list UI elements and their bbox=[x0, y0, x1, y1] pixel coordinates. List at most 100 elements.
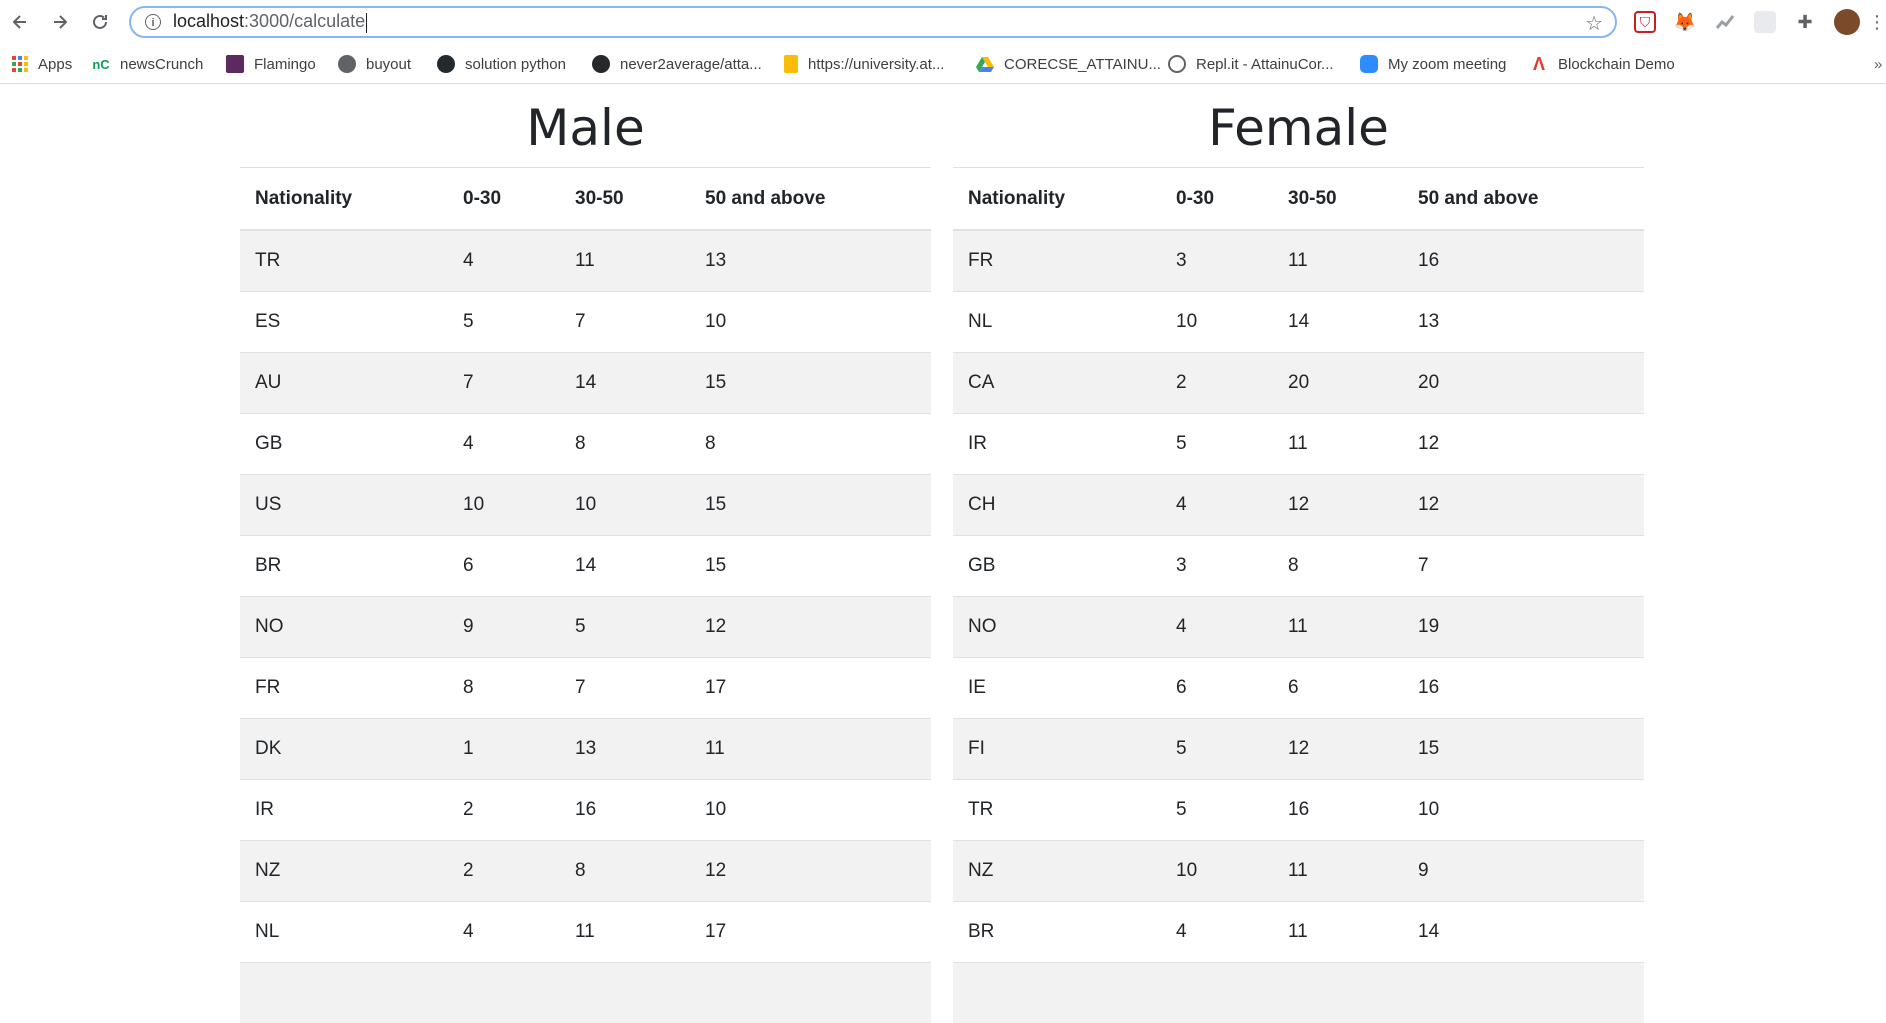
bookmark-flamingo[interactable]: Flamingo bbox=[226, 50, 316, 78]
table-row: CH41212 bbox=[953, 475, 1644, 536]
profile-avatar[interactable] bbox=[1834, 9, 1860, 35]
bookmarks-overflow-icon[interactable]: » bbox=[1874, 50, 1882, 78]
table-row: CA22020 bbox=[953, 353, 1644, 414]
bookmark-blockchain[interactable]: Λ Blockchain Demo bbox=[1530, 50, 1675, 78]
table-cell: 7 bbox=[560, 658, 690, 719]
bookmark-replit[interactable]: Repl.it - AttainuCor... bbox=[1168, 50, 1334, 78]
url-text[interactable]: localhost:3000/calculate bbox=[173, 11, 367, 32]
table-row: NZ10119 bbox=[953, 841, 1644, 902]
table-cell: 9 bbox=[448, 597, 560, 658]
bookmark-buyout[interactable]: buyout bbox=[338, 50, 411, 78]
bookmark-university[interactable]: https://university.at... bbox=[784, 50, 944, 78]
table-cell: 13 bbox=[560, 719, 690, 780]
table-cell: 5 bbox=[448, 292, 560, 353]
bookmark-label: Flamingo bbox=[254, 56, 316, 73]
table-cell: 7 bbox=[1403, 536, 1644, 597]
bookmark-label: My zoom meeting bbox=[1388, 56, 1506, 73]
puzzle-extensions-icon[interactable]: ✚ bbox=[1794, 11, 1816, 33]
menu-dots-icon[interactable]: ⋮ bbox=[1872, 11, 1882, 33]
table-cell: IR bbox=[953, 414, 1161, 475]
blockchain-icon: Λ bbox=[1530, 55, 1548, 73]
table-cell: NL bbox=[240, 902, 448, 963]
table-cell: TR bbox=[240, 230, 448, 292]
table-cell: FI bbox=[953, 719, 1161, 780]
table-cell: 5 bbox=[1161, 780, 1273, 841]
table-row: NZ2812 bbox=[240, 841, 931, 902]
table-cell: 17 bbox=[690, 902, 931, 963]
table-cell: BR bbox=[240, 536, 448, 597]
column-header: 0-30 bbox=[448, 168, 560, 231]
table-cell: 17 bbox=[690, 658, 931, 719]
bookmark-corecse[interactable]: CORECSE_ATTAINU... bbox=[976, 50, 1161, 78]
table-cell: GB bbox=[953, 536, 1161, 597]
male-section: Male Nationality 0-30 30-50 50 and above… bbox=[240, 90, 931, 1023]
forward-arrow-icon[interactable] bbox=[46, 8, 74, 36]
table-cell: 6 bbox=[1161, 658, 1273, 719]
table-row: FR8717 bbox=[240, 658, 931, 719]
table-cell: 11 bbox=[560, 230, 690, 292]
url-path: :3000/calculate bbox=[244, 11, 365, 31]
bookmark-apps[interactable]: Apps bbox=[12, 50, 72, 78]
zoom-icon bbox=[1360, 55, 1378, 73]
table-cell: IR bbox=[240, 780, 448, 841]
table-cell: 12 bbox=[690, 841, 931, 902]
table-cell: 15 bbox=[1403, 719, 1644, 780]
table-row bbox=[953, 963, 1644, 1023]
table-row: GB387 bbox=[953, 536, 1644, 597]
table-cell bbox=[690, 963, 931, 1023]
table-cell: 4 bbox=[448, 230, 560, 292]
table-cell: ES bbox=[240, 292, 448, 353]
globe-icon bbox=[338, 55, 356, 73]
table-cell: 4 bbox=[448, 414, 560, 475]
table-row: GB488 bbox=[240, 414, 931, 475]
table-cell: 5 bbox=[560, 597, 690, 658]
drive-icon bbox=[976, 55, 994, 73]
url-host: localhost bbox=[173, 11, 244, 31]
back-arrow-icon[interactable] bbox=[6, 8, 34, 36]
bookmark-newscrunch[interactable]: nC newsCrunch bbox=[92, 50, 203, 78]
bookmark-solution-python[interactable]: solution python bbox=[437, 50, 566, 78]
apps-grid-icon bbox=[12, 56, 28, 72]
bookmark-label: Repl.it - AttainuCor... bbox=[1196, 56, 1334, 73]
flamingo-icon bbox=[226, 55, 244, 73]
table-row: ES5710 bbox=[240, 292, 931, 353]
table-cell: US bbox=[240, 475, 448, 536]
bookmark-label: solution python bbox=[465, 56, 566, 73]
github-icon bbox=[437, 55, 455, 73]
table-cell: 10 bbox=[448, 475, 560, 536]
bookmark-zoom[interactable]: My zoom meeting bbox=[1360, 50, 1506, 78]
table-cell: 2 bbox=[448, 780, 560, 841]
table-cell: 14 bbox=[1273, 292, 1403, 353]
blank-extension-icon[interactable] bbox=[1754, 11, 1776, 33]
analytics-extension-icon[interactable] bbox=[1714, 11, 1736, 33]
extension-shield-icon[interactable]: ⛉ bbox=[1634, 11, 1656, 33]
column-header: 50 and above bbox=[690, 168, 931, 231]
browser-toolbar: i localhost:3000/calculate ☆ ⛉ 🦊 ✚ ⋮ bbox=[0, 0, 1886, 44]
metamask-fox-icon[interactable]: 🦊 bbox=[1674, 11, 1696, 33]
table-header-row: Nationality 0-30 30-50 50 and above bbox=[240, 168, 931, 231]
bookmark-star-icon[interactable]: ☆ bbox=[1585, 11, 1603, 36]
table-row: NO9512 bbox=[240, 597, 931, 658]
table-row: FR31116 bbox=[953, 230, 1644, 292]
table-cell: 14 bbox=[560, 353, 690, 414]
table-cell: 3 bbox=[1161, 536, 1273, 597]
table-row: FI51215 bbox=[953, 719, 1644, 780]
table-cell: 15 bbox=[690, 475, 931, 536]
info-icon[interactable]: i bbox=[145, 14, 161, 30]
female-table: Nationality 0-30 30-50 50 and above FR31… bbox=[953, 167, 1644, 1023]
bookmark-label: Apps bbox=[38, 56, 72, 73]
bookmark-label: buyout bbox=[366, 56, 411, 73]
bookmark-never2average[interactable]: never2average/atta... bbox=[592, 50, 762, 78]
table-cell bbox=[1403, 963, 1644, 1023]
table-cell: TR bbox=[953, 780, 1161, 841]
table-cell: 10 bbox=[690, 780, 931, 841]
table-cell: 8 bbox=[560, 841, 690, 902]
table-cell: 16 bbox=[560, 780, 690, 841]
address-bar[interactable]: i localhost:3000/calculate ☆ bbox=[129, 6, 1617, 38]
reload-icon[interactable] bbox=[86, 8, 114, 36]
table-cell: 11 bbox=[1273, 414, 1403, 475]
table-cell: 8 bbox=[560, 414, 690, 475]
table-cell: 1 bbox=[448, 719, 560, 780]
table-cell: 2 bbox=[1161, 353, 1273, 414]
table-cell: 11 bbox=[560, 902, 690, 963]
